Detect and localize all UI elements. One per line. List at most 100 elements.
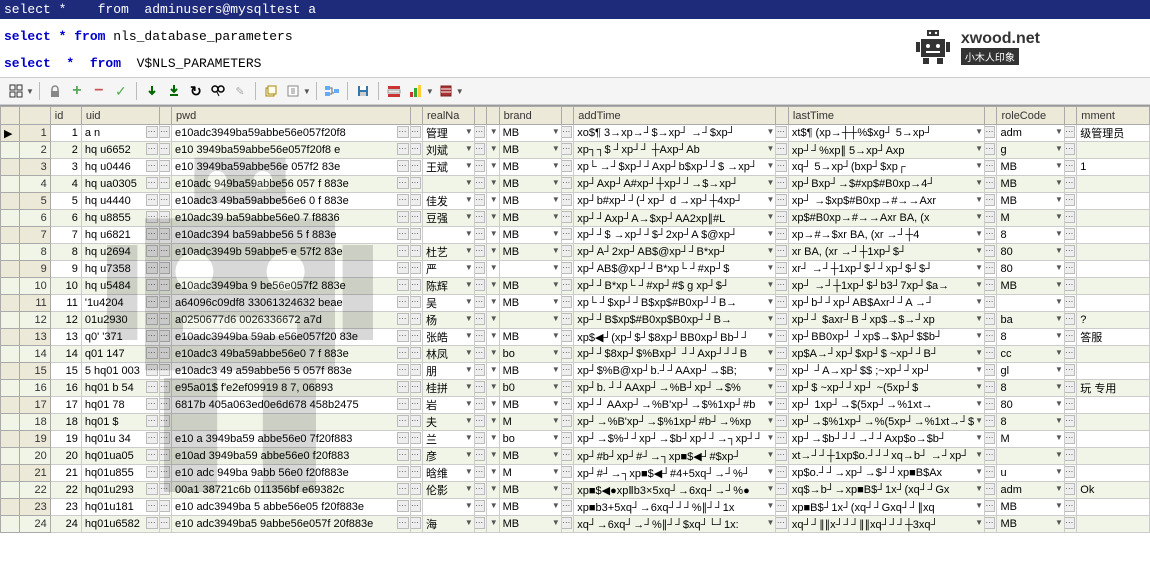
ellipsis-icon[interactable]: ··· (561, 466, 572, 478)
dropdown-icon[interactable]: ▼ (490, 365, 498, 374)
dropdown-icon[interactable]: ▼ (465, 161, 473, 170)
dropdown-icon[interactable]: ▼ (465, 263, 473, 272)
ellipsis-icon[interactable]: ··· (474, 398, 485, 410)
cell[interactable]: ··· (410, 210, 422, 227)
dropdown-icon[interactable]: ▼ (1055, 382, 1063, 391)
cell-pwd[interactable]: a0250677d6 0026336672 a7d··· (172, 312, 410, 329)
dropdown-icon[interactable]: ▼ (767, 416, 775, 425)
table-row[interactable]: 15155 hq01 003······e10adc3 49 a59abbe56… (1, 363, 1150, 380)
cell-id[interactable]: 9 (50, 261, 81, 278)
cell[interactable]: ··· (561, 482, 573, 499)
dropdown-icon[interactable]: ▼ (552, 229, 560, 238)
dropdown-icon[interactable]: ▼ (465, 399, 473, 408)
cell-lasttime[interactable]: xr┘ →┘┼1xp┘$┘┘xp┘$┘$┘▼ (788, 261, 984, 278)
dropdown-icon[interactable]: ▼ (490, 501, 498, 510)
ellipsis-icon[interactable]: ··· (397, 143, 409, 155)
dropdown-icon[interactable]: ▼ (465, 212, 473, 221)
cell-addtime[interactable]: xp┘┘B$xp$#B0xp$B0xp┘┘B→▼ (574, 312, 776, 329)
dropdown-icon[interactable]: ▼ (465, 144, 473, 153)
ellipsis-icon[interactable]: ··· (159, 398, 170, 410)
cell-brand[interactable]: MB▼ (499, 278, 561, 295)
dropdown-icon[interactable]: ▼ (767, 144, 775, 153)
cell-rolecode[interactable]: gl▼ (997, 363, 1064, 380)
ellipsis-icon[interactable]: ··· (146, 262, 158, 274)
ellipsis-icon[interactable]: ··· (561, 381, 572, 393)
row-number[interactable]: 17 (19, 397, 50, 414)
cell-rolecode[interactable]: MB▼ (997, 499, 1064, 516)
dropdown-icon[interactable]: ▼ (465, 518, 473, 527)
row-indicator[interactable] (1, 329, 20, 346)
cell-brand[interactable]: MB▼ (499, 176, 561, 193)
dropdown-icon[interactable]: ▼ (975, 229, 983, 238)
ellipsis-icon[interactable]: ··· (776, 517, 787, 529)
cell-rolecode[interactable]: ba▼ (997, 312, 1064, 329)
dropdown-icon[interactable]: ▼ (767, 433, 775, 442)
ellipsis-icon[interactable]: ··· (776, 364, 787, 376)
dropdown-icon[interactable]: ▼ (767, 467, 775, 476)
ellipsis-icon[interactable]: ··· (146, 500, 158, 512)
ellipsis-icon[interactable]: ··· (474, 347, 485, 359)
dropdown-icon[interactable]: ▼ (465, 314, 473, 323)
ellipsis-icon[interactable]: ··· (985, 245, 996, 257)
cell[interactable]: ▼ (487, 516, 499, 533)
row-number[interactable]: 24 (19, 516, 50, 533)
cell-id[interactable]: 12 (50, 312, 81, 329)
cell[interactable]: ··· (1064, 465, 1076, 482)
ellipsis-icon[interactable]: ··· (146, 194, 158, 206)
cell[interactable]: ··· (985, 227, 997, 244)
cell-lasttime[interactable]: xr BA, (xr →┘┼1xp┘$┘▼ (788, 244, 984, 261)
row-indicator[interactable] (1, 414, 20, 431)
ellipsis-icon[interactable]: ··· (474, 194, 485, 206)
cell-pwd[interactable]: e10 adc3949ba 5 abbe56e05 f20f883e··· (172, 499, 410, 516)
dropdown-icon[interactable]: ▼ (552, 263, 560, 272)
cell[interactable]: ··· (985, 448, 997, 465)
cell[interactable]: ··· (474, 142, 486, 159)
row-number[interactable]: 12 (19, 312, 50, 329)
dropdown-icon[interactable]: ▼ (975, 450, 983, 459)
ellipsis-icon[interactable]: ··· (397, 262, 409, 274)
row-number[interactable]: 19 (19, 431, 50, 448)
cell[interactable]: ··· (159, 176, 171, 193)
cell-mment[interactable] (1077, 414, 1150, 431)
ellipsis-icon[interactable]: ··· (410, 313, 421, 325)
ellipsis-icon[interactable]: ··· (146, 279, 158, 291)
row-number[interactable]: 20 (19, 448, 50, 465)
cell[interactable]: ··· (985, 278, 997, 295)
ellipsis-icon[interactable]: ··· (410, 500, 421, 512)
cell-id[interactable]: 8 (50, 244, 81, 261)
cell[interactable]: ··· (159, 312, 171, 329)
cell[interactable]: ▼ (487, 142, 499, 159)
cell-lasttime[interactable]: xp┘ →$xp$#B0xp→#→→Axr▼ (788, 193, 984, 210)
cell-realname[interactable]: 晗维▼ (422, 465, 474, 482)
ellipsis-icon[interactable]: ··· (410, 415, 421, 427)
cell[interactable]: ··· (561, 499, 573, 516)
ellipsis-icon[interactable]: ··· (146, 296, 158, 308)
ellipsis-icon[interactable]: ··· (985, 398, 996, 410)
ellipsis-icon[interactable]: ··· (985, 194, 996, 206)
ellipsis-icon[interactable]: ··· (776, 449, 787, 461)
cell[interactable]: ··· (561, 465, 573, 482)
cell[interactable]: ··· (776, 448, 788, 465)
cell[interactable]: ··· (1064, 125, 1076, 142)
table-row[interactable]: 2222hq01u293······00a1 38721c6b 011356bf… (1, 482, 1150, 499)
cell-uid[interactable]: hq01u 34··· (81, 431, 159, 448)
cell[interactable]: ··· (776, 210, 788, 227)
dropdown-icon[interactable]: ▼ (767, 246, 775, 255)
cell-pwd[interactable]: e10adc394 ba59abbe56 5 f 883e··· (172, 227, 410, 244)
ellipsis-icon[interactable]: ··· (1064, 313, 1075, 325)
dropdown-icon[interactable]: ▼ (975, 433, 983, 442)
cell[interactable]: ··· (985, 380, 997, 397)
row-indicator[interactable] (1, 278, 20, 295)
cell[interactable]: ··· (776, 159, 788, 176)
cell-mment[interactable]: 1 (1077, 159, 1150, 176)
ellipsis-icon[interactable]: ··· (561, 245, 572, 257)
ellipsis-icon[interactable]: ··· (561, 432, 572, 444)
row-indicator[interactable] (1, 516, 20, 533)
cell[interactable]: ··· (776, 278, 788, 295)
dropdown-icon[interactable]: ▼ (975, 263, 983, 272)
row-number[interactable]: 15 (19, 363, 50, 380)
cell-brand[interactable]: M▼ (499, 414, 561, 431)
ellipsis-icon[interactable]: ··· (410, 381, 421, 393)
cell-uid[interactable]: q01 147··· (81, 346, 159, 363)
ellipsis-icon[interactable]: ··· (561, 449, 572, 461)
